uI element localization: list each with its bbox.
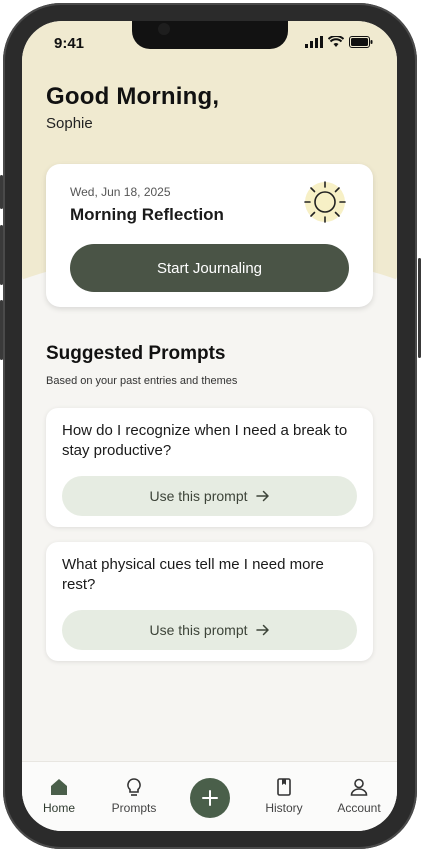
prompt-card: How do I recognize when I need a break t… (46, 408, 373, 527)
tab-prompts[interactable]: Prompts (102, 777, 166, 815)
tab-history[interactable]: History (252, 777, 316, 815)
tab-prompts-label: Prompts (111, 801, 157, 815)
prompt-text: How do I recognize when I need a break t… (62, 422, 348, 459)
tab-account-label: Account (337, 801, 381, 815)
arrow-right-icon (255, 490, 269, 502)
phone-side-button (0, 175, 3, 209)
app-screen: 9:41 Good Morning, Sophie Wed, Jun 18, 2… (22, 21, 397, 831)
tab-home[interactable]: Home (27, 777, 91, 815)
tab-account[interactable]: Account (327, 777, 391, 815)
arrow-right-icon (255, 624, 269, 636)
tab-history-label: History (265, 801, 303, 815)
phone-side-button (0, 225, 3, 285)
phone-side-button (0, 300, 3, 360)
battery-icon (349, 36, 373, 48)
user-name: Sophie (46, 115, 93, 132)
lightbulb-icon (127, 778, 141, 796)
book-icon (277, 778, 291, 796)
tab-bar: Home Prompts History Account (22, 761, 397, 831)
sun-icon (304, 181, 346, 223)
reflection-date: Wed, Jun 18, 2025 (70, 185, 171, 199)
status-icons (305, 36, 373, 48)
use-prompt-label: Use this prompt (149, 622, 248, 638)
signal-icon (305, 36, 323, 48)
wifi-icon (328, 36, 344, 47)
new-entry-button[interactable] (190, 778, 230, 818)
person-icon (350, 778, 368, 796)
prompt-text: What physical cues tell me I need more r… (62, 556, 324, 593)
greeting-title: Good Morning, (46, 83, 220, 110)
home-icon (51, 779, 67, 795)
section-title: Suggested Prompts (46, 343, 226, 364)
section-subtitle: Based on your past entries and themes (46, 375, 238, 387)
notch (132, 21, 288, 49)
status-time: 9:41 (54, 35, 85, 52)
reflection-card: Wed, Jun 18, 2025 Morning Reflection Sta… (46, 164, 373, 307)
plus-icon (202, 790, 218, 806)
prompt-card: What physical cues tell me I need more r… (46, 542, 373, 661)
start-journaling-button[interactable]: Start Journaling (70, 244, 349, 292)
use-prompt-button[interactable]: Use this prompt (62, 476, 357, 516)
tab-home-label: Home (42, 801, 75, 815)
reflection-title: Morning Reflection (70, 205, 224, 224)
camera-icon (158, 23, 170, 35)
use-prompt-button[interactable]: Use this prompt (62, 610, 357, 650)
use-prompt-label: Use this prompt (149, 488, 248, 504)
